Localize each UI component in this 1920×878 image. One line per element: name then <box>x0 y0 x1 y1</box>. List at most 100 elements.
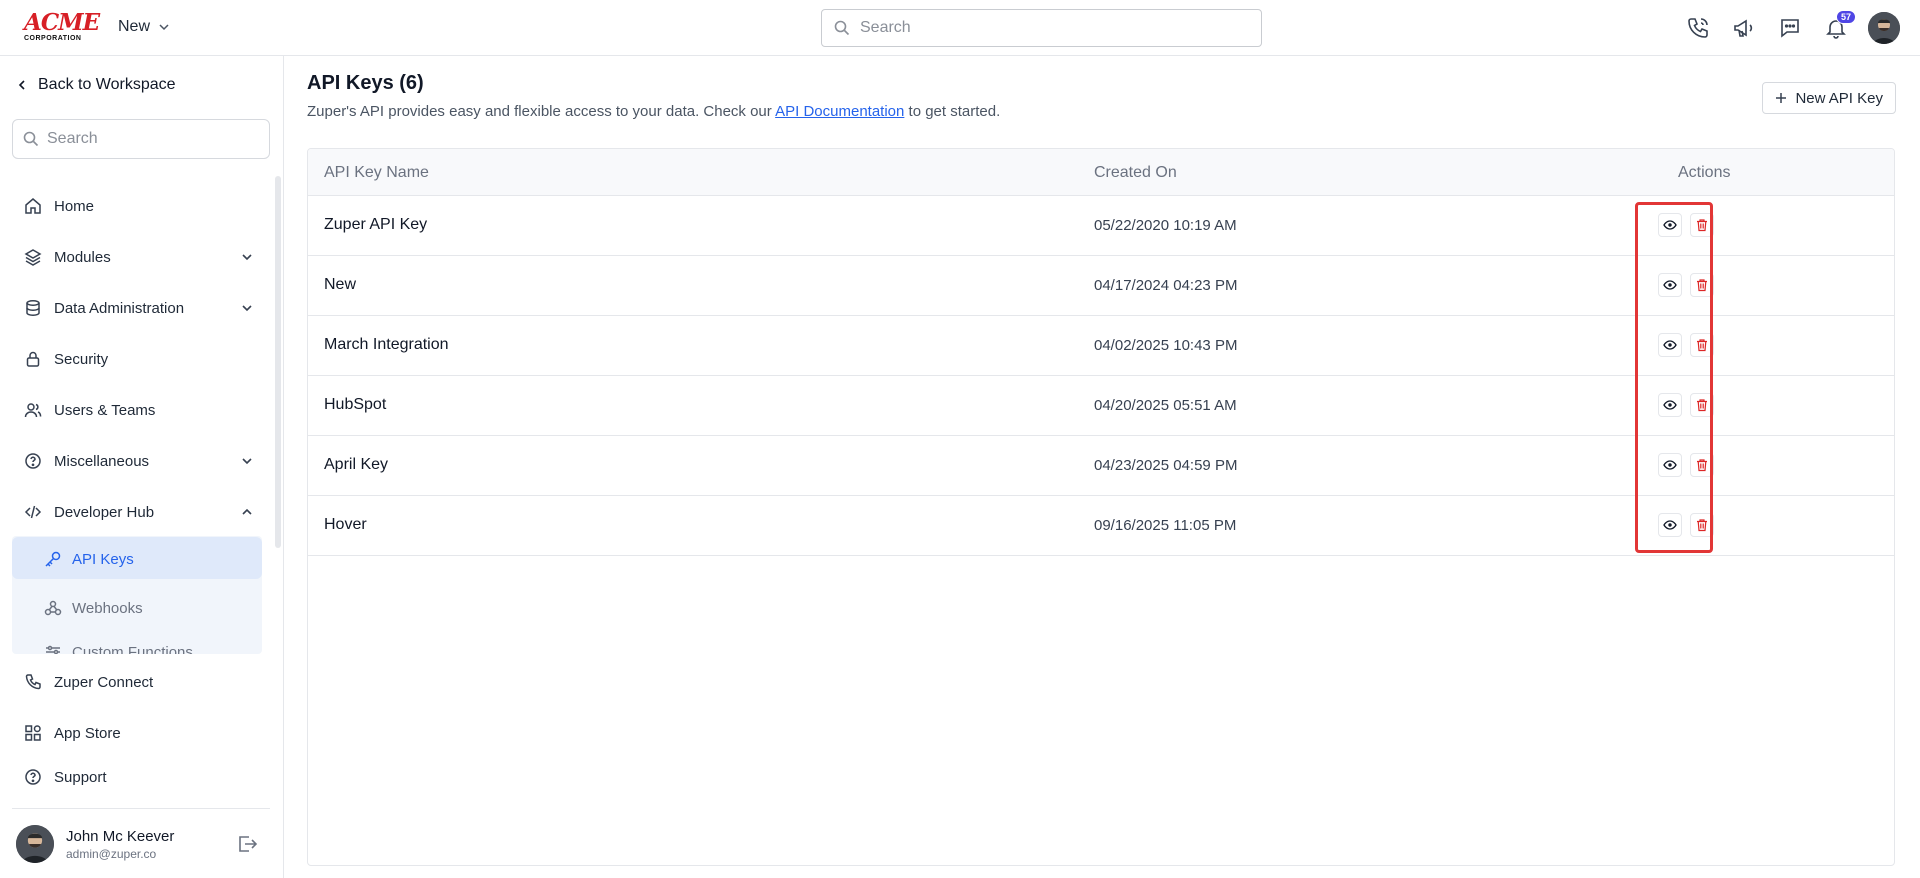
table-header: API Key Name Created On Actions <box>308 149 1894 196</box>
view-key-button[interactable] <box>1658 453 1682 477</box>
delete-key-button[interactable] <box>1690 333 1714 357</box>
delete-key-button[interactable] <box>1690 213 1714 237</box>
delete-key-button[interactable] <box>1690 273 1714 297</box>
sidebar-divider <box>12 808 270 809</box>
phone-call-icon[interactable] <box>1684 10 1712 46</box>
sidebar-item-label: Security <box>54 350 109 368</box>
table-row: Hover 09/16/2025 11:05 PM <box>308 496 1894 556</box>
sidebar-search[interactable] <box>12 119 270 159</box>
code-icon <box>24 503 42 521</box>
api-documentation-link[interactable]: API Documentation <box>775 103 904 120</box>
sidebar-item-developer-hub[interactable]: Developer Hub <box>24 503 254 521</box>
api-key-name: New <box>324 276 357 293</box>
avatar <box>16 825 54 863</box>
delete-key-button[interactable] <box>1690 453 1714 477</box>
phone-icon <box>24 673 42 691</box>
eye-icon <box>1663 518 1677 532</box>
delete-key-button[interactable] <box>1690 393 1714 417</box>
user-name: John Mc Keever <box>66 827 175 845</box>
lock-icon <box>24 350 42 368</box>
delete-key-button[interactable] <box>1690 513 1714 537</box>
sidebar-item-label: Data Administration <box>54 299 185 317</box>
table-row: HubSpot 04/20/2025 05:51 AM <box>308 376 1894 436</box>
column-header-created: Created On <box>1094 164 1177 181</box>
sidebar-item-label: Users & Teams <box>54 401 156 419</box>
sidebar-item-modules[interactable]: Modules <box>24 248 254 266</box>
eye-icon <box>1663 218 1677 232</box>
top-icons: 57 <box>1684 10 1900 46</box>
description-text-end: to get started. <box>904 103 1001 120</box>
sidebar-item-label: Custom Functions <box>72 643 193 655</box>
sidebar-item-home[interactable]: Home <box>24 197 254 215</box>
chevron-left-icon <box>16 79 28 91</box>
new-api-key-button[interactable]: New API Key <box>1762 82 1896 114</box>
sidebar-item-zuper-connect[interactable]: Zuper Connect <box>24 673 254 691</box>
api-key-name: Zuper API Key <box>324 216 428 233</box>
top-bar: ACME CORPORATION New 57 <box>0 0 1920 56</box>
grid-icon <box>24 724 42 742</box>
search-icon <box>834 20 850 36</box>
users-icon <box>24 401 42 419</box>
trash-icon <box>1695 518 1709 532</box>
sidebar-item-support[interactable]: Support <box>24 768 254 786</box>
sidebar-item-label: Modules <box>54 248 111 266</box>
notification-badge: 57 <box>1835 10 1856 24</box>
table-row: March Integration 04/02/2025 10:43 PM <box>308 316 1894 376</box>
sidebar-item-security[interactable]: Security <box>24 350 254 368</box>
back-label: Back to Workspace <box>38 76 176 93</box>
sidebar-item-label: Home <box>54 197 95 215</box>
sidebar-item-webhooks[interactable]: Webhooks <box>44 599 143 617</box>
workspace-switcher[interactable]: New <box>118 18 170 36</box>
bell-icon[interactable]: 57 <box>1822 10 1856 46</box>
global-search-input[interactable] <box>860 19 1240 37</box>
help-circle-icon <box>24 768 42 786</box>
sidebar-item-label: App Store <box>54 724 121 742</box>
chevron-up-icon <box>240 505 254 519</box>
webhook-icon <box>44 599 62 617</box>
global-search[interactable] <box>821 9 1262 47</box>
page-title: API Keys (6) <box>307 72 424 94</box>
user-avatar[interactable] <box>1868 12 1900 44</box>
acme-logo[interactable]: ACME CORPORATION <box>24 9 100 42</box>
description-text: Zuper's API provides easy and flexible a… <box>307 103 776 120</box>
sidebar-item-label: Support <box>54 768 107 786</box>
main-content: API Keys (6) Zuper's API provides easy a… <box>284 56 1920 878</box>
logo-text: ACME <box>24 9 100 36</box>
api-key-name: April Key <box>324 456 389 473</box>
eye-icon <box>1663 398 1677 412</box>
sidebar-item-miscellaneous[interactable]: Miscellaneous <box>24 452 254 470</box>
api-key-name: HubSpot <box>324 396 387 413</box>
chat-icon[interactable] <box>1776 10 1804 46</box>
user-profile[interactable]: John Mc Keever admin@zuper.co <box>16 825 174 863</box>
home-icon <box>24 197 42 215</box>
view-key-button[interactable] <box>1658 213 1682 237</box>
api-key-name: March Integration <box>324 336 449 353</box>
sidebar-item-api-keys[interactable]: API Keys <box>44 550 134 568</box>
sidebar-item-data-administration[interactable]: Data Administration <box>24 299 254 317</box>
sidebar-item-users-teams[interactable]: Users & Teams <box>24 401 254 419</box>
eye-icon <box>1663 458 1677 472</box>
api-keys-table: API Key Name Created On Actions Zuper AP… <box>307 148 1895 866</box>
megaphone-icon[interactable] <box>1730 10 1758 46</box>
sidebar-item-app-store[interactable]: App Store <box>24 724 254 742</box>
view-key-button[interactable] <box>1658 273 1682 297</box>
created-on: 09/16/2025 11:05 PM <box>1094 517 1237 534</box>
logout-icon[interactable] <box>236 833 258 855</box>
eye-icon <box>1663 338 1677 352</box>
new-api-key-label: New API Key <box>1795 89 1883 107</box>
back-to-workspace-link[interactable]: Back to Workspace <box>16 76 176 94</box>
sidebar-item-label: Zuper Connect <box>54 673 154 691</box>
view-key-button[interactable] <box>1658 513 1682 537</box>
chevron-down-icon <box>240 301 254 315</box>
sidebar-item-custom-functions[interactable]: Custom Functions <box>44 643 193 654</box>
sidebar-search-input[interactable] <box>47 130 247 148</box>
view-key-button[interactable] <box>1658 333 1682 357</box>
created-on: 04/17/2024 04:23 PM <box>1094 277 1238 294</box>
database-icon <box>24 299 42 317</box>
sliders-icon <box>44 643 62 654</box>
view-key-button[interactable] <box>1658 393 1682 417</box>
trash-icon <box>1695 218 1709 232</box>
chevron-down-icon <box>240 454 254 468</box>
table-row: April Key 04/23/2025 04:59 PM <box>308 436 1894 496</box>
created-on: 04/02/2025 10:43 PM <box>1094 337 1238 354</box>
